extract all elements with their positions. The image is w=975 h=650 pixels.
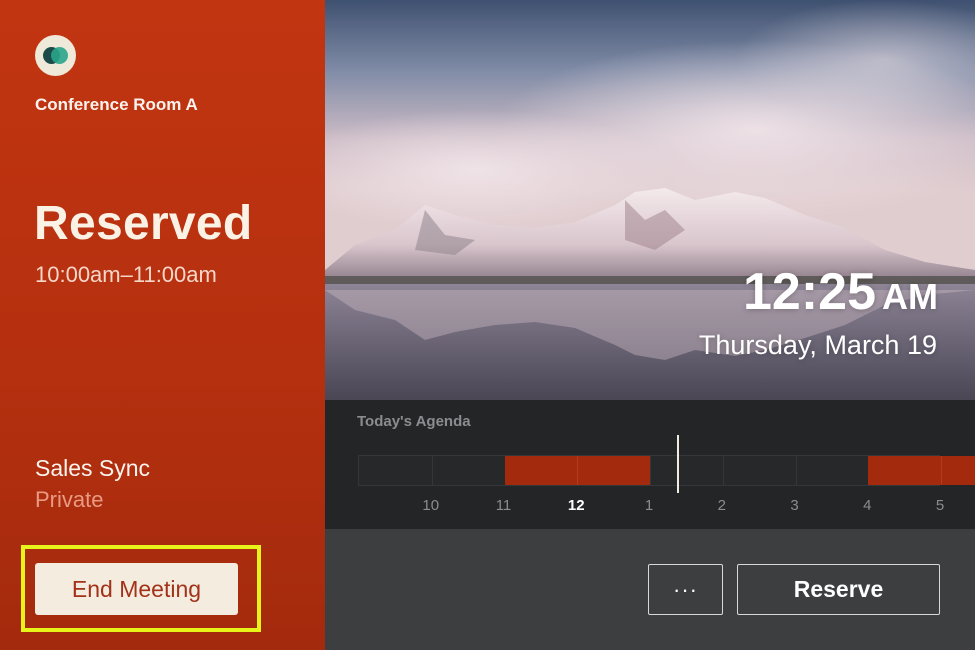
status-panel: Conference Room A Reserved 10:00am–11:00… [0, 0, 325, 650]
status-title: Reserved [34, 197, 253, 250]
action-bar: ··· Reserve [325, 529, 975, 650]
meeting-privacy: Private [35, 487, 104, 512]
end-meeting-button[interactable]: End Meeting [35, 563, 238, 615]
timeline-hour-cell[interactable] [795, 456, 869, 485]
timeline-hour-label: 2 [717, 497, 726, 514]
timeline-hour-label: 1 [644, 497, 654, 514]
current-time-marker [677, 435, 680, 493]
agenda-title: Today's Agenda [357, 413, 471, 430]
meeting-name: Sales Sync [35, 455, 151, 481]
timeline-hour-label: 11 [495, 497, 512, 514]
status-time-range: 10:00am–11:00am [35, 262, 217, 287]
timeline-hour-label: 12 [567, 497, 585, 514]
timeline-hour-cell[interactable] [650, 456, 723, 485]
clock-date: Thursday, March 19 [698, 330, 937, 360]
room-name: Conference Room A [35, 95, 198, 114]
timeline-hour-cell[interactable] [722, 456, 796, 485]
timeline-hour-cell[interactable] [431, 456, 505, 485]
timeline-booking[interactable] [868, 456, 975, 485]
clock-time: 12:25 [743, 263, 876, 321]
clock: 12:25 AM [743, 262, 938, 322]
timeline-hour-cell[interactable] [359, 456, 432, 485]
reserve-button[interactable]: Reserve [737, 564, 940, 615]
agenda-panel: Today's Agenda 10 11 12 1 2 3 4 5 [325, 400, 975, 529]
timeline-hour-label: 4 [863, 497, 872, 514]
agenda-timeline[interactable] [358, 455, 975, 486]
more-options-button[interactable]: ··· [648, 564, 723, 615]
clock-ampm: AM [882, 276, 938, 317]
app-logo-icon [35, 35, 76, 76]
background-landscape-image: 12:25 AM Thursday, March 19 [325, 0, 975, 400]
timeline-booking[interactable] [504, 456, 650, 485]
timeline-hour-label: 5 [935, 497, 945, 514]
timeline-hour-label: 3 [790, 497, 799, 514]
timeline-hour-label: 10 [422, 497, 440, 514]
